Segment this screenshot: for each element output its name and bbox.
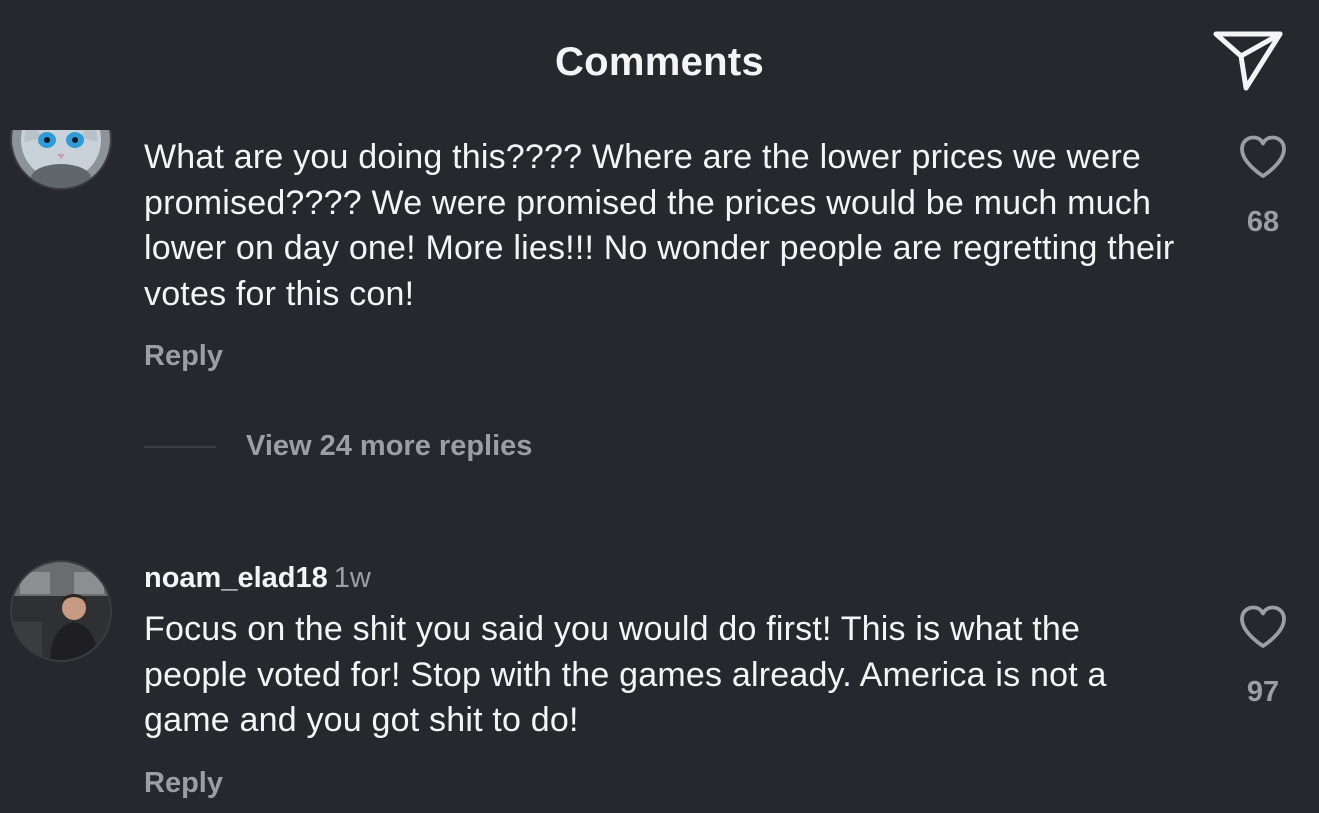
- like-count: 97: [1246, 676, 1280, 708]
- like-control: 97: [1230, 604, 1296, 709]
- send-icon: [1213, 31, 1283, 91]
- person-avatar-icon: [12, 562, 110, 660]
- heart-icon[interactable]: [1238, 604, 1288, 650]
- comments-header: Comments: [0, 0, 1319, 130]
- timestamp: 1w: [333, 562, 371, 594]
- comment-meta: noam_elad18 1w: [144, 562, 371, 595]
- page-title: Comments: [554, 40, 765, 84]
- reply-button[interactable]: Reply: [144, 767, 223, 800]
- avatar[interactable]: [10, 560, 112, 662]
- username[interactable]: noam_elad18: [144, 562, 328, 594]
- comment-text: Focus on the shit you said you would do …: [144, 610, 1107, 739]
- share-button[interactable]: [1210, 26, 1286, 94]
